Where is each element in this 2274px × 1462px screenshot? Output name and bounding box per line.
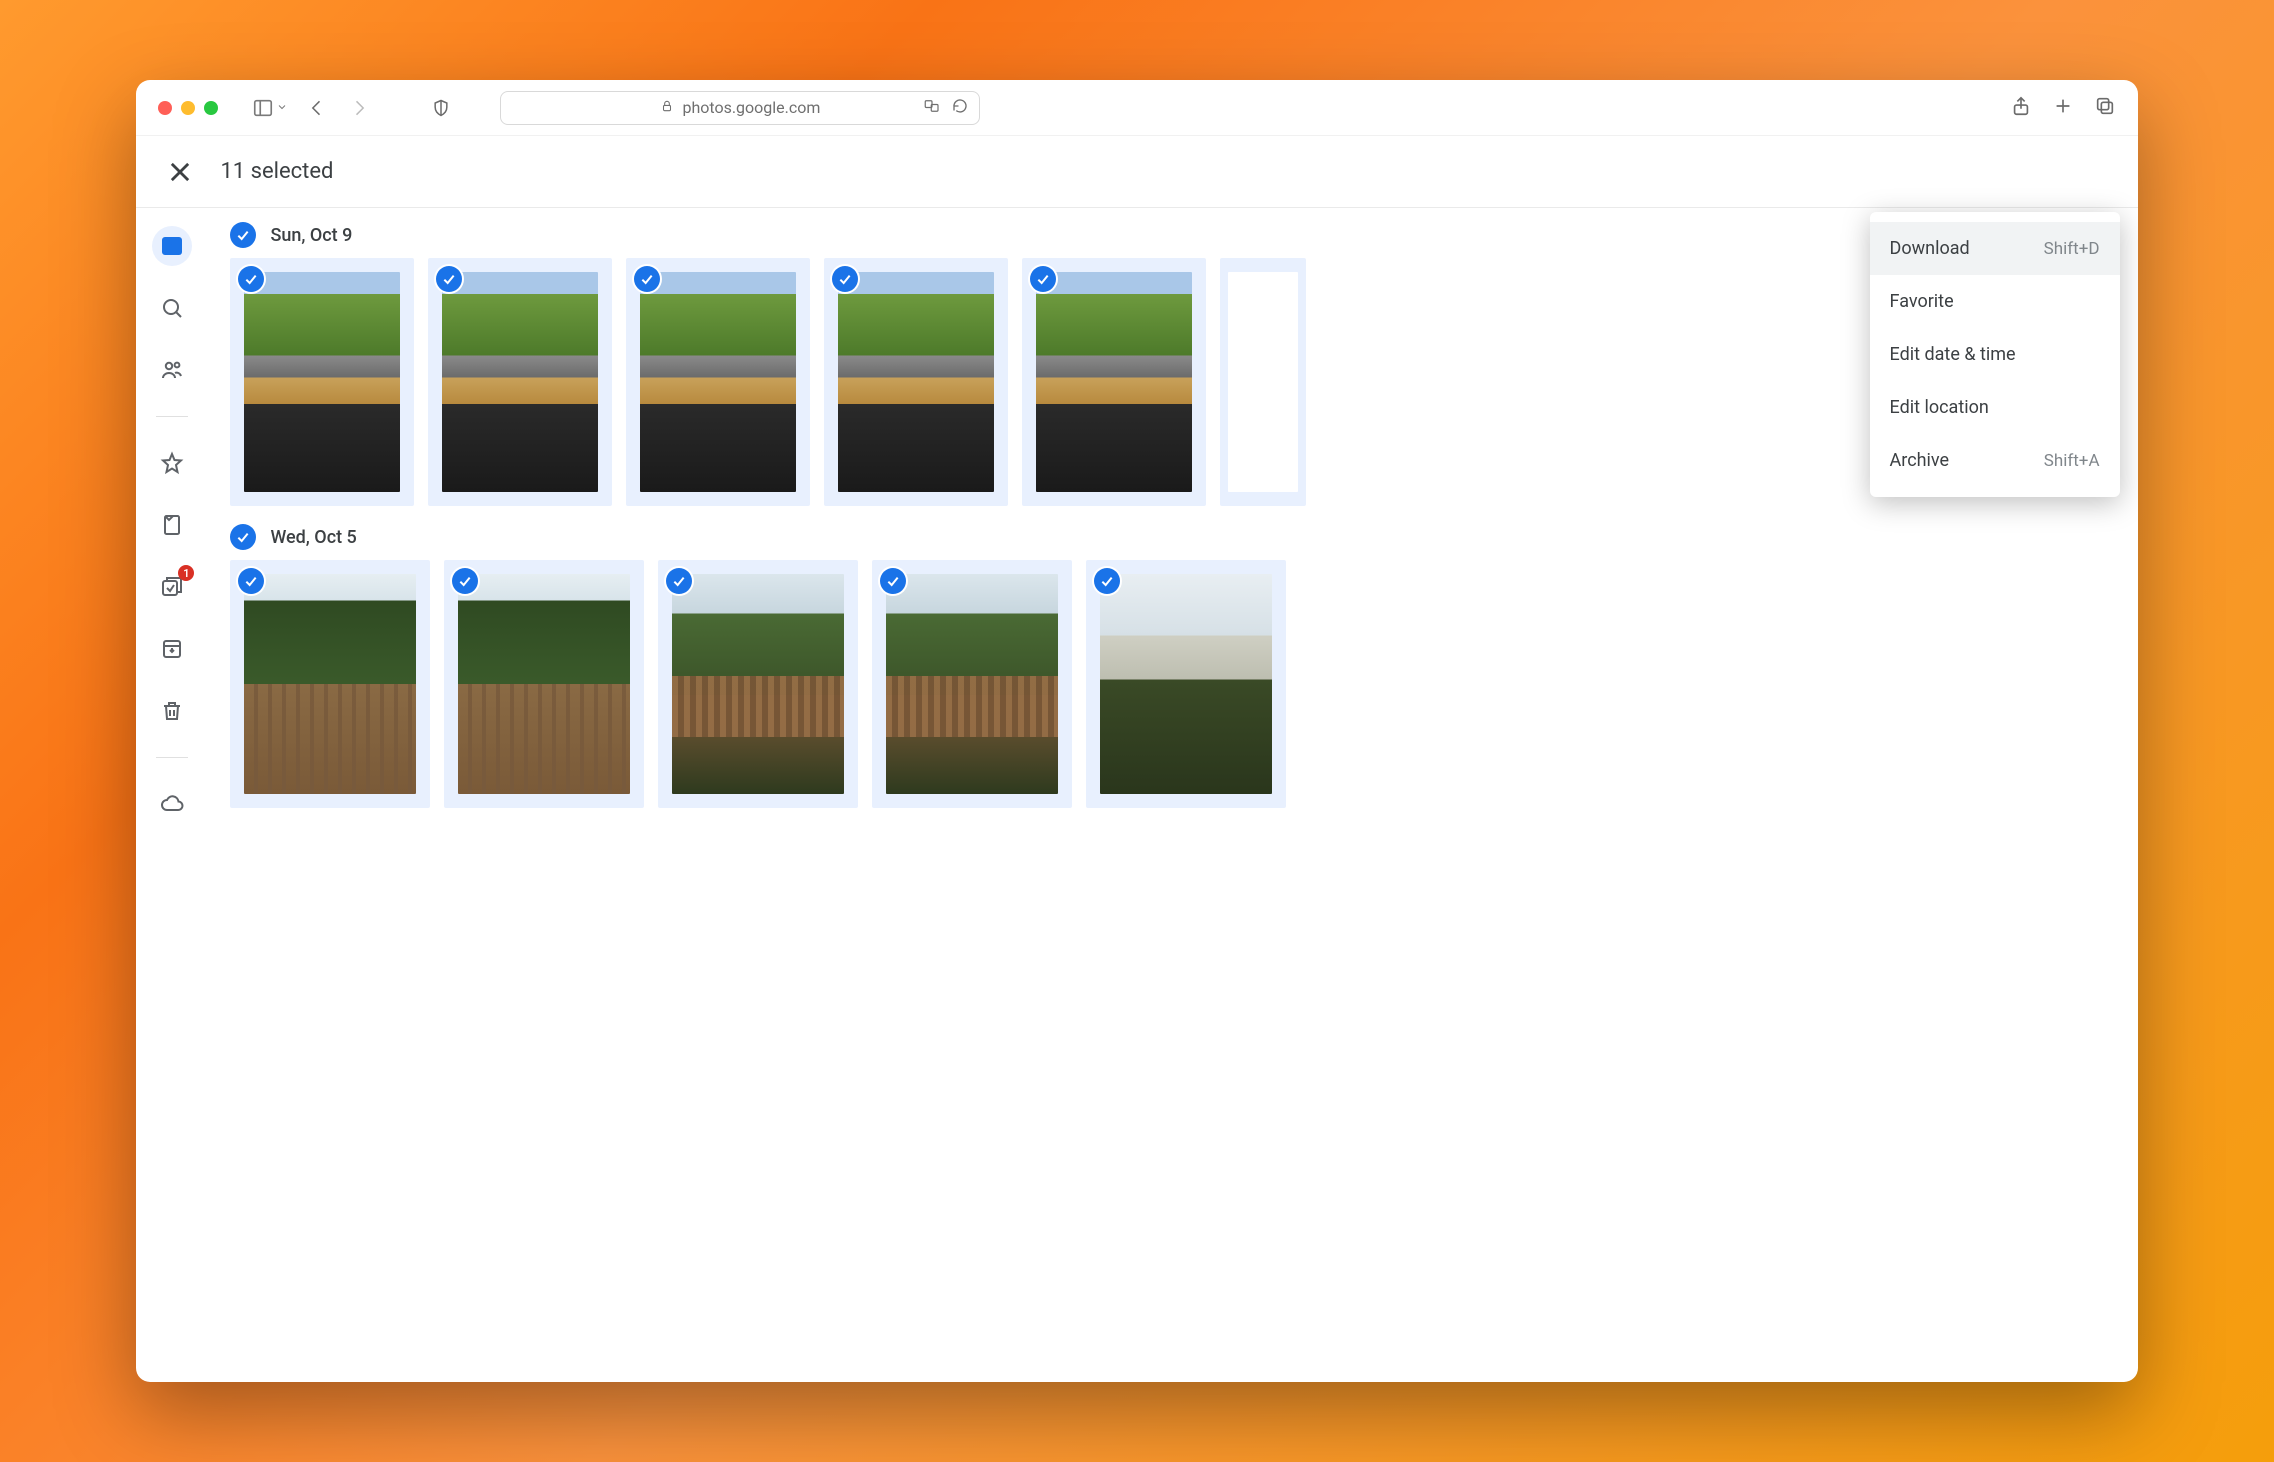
menu-item-archive[interactable]: Archive Shift+A (1870, 434, 2120, 487)
reload-icon[interactable] (951, 97, 969, 119)
menu-item-download[interactable]: Download Shift+D (1870, 222, 2120, 275)
photo-group: Sun, Oct 9 (230, 222, 2107, 506)
photo-thumbnail[interactable] (872, 560, 1072, 808)
window-traffic-lights (158, 101, 218, 115)
photo-thumbnail[interactable] (1086, 560, 1286, 808)
menu-item-favorite[interactable]: Favorite (1870, 275, 2120, 328)
photo-grid (230, 560, 2107, 808)
photo-group: Wed, Oct 5 (230, 524, 2107, 808)
lock-icon (660, 98, 674, 117)
nav-albums[interactable] (152, 505, 192, 545)
photo-thumbnail[interactable] (428, 258, 612, 506)
nav-forward-button[interactable] (346, 95, 372, 121)
photo-thumbnail[interactable] (1220, 258, 1306, 506)
nav-sharing[interactable] (152, 350, 192, 390)
selection-count-text: 11 selected (220, 159, 333, 184)
group-select-check-icon[interactable] (230, 222, 256, 248)
group-date-label: Wed, Oct 5 (270, 527, 356, 548)
photo-grid (230, 258, 2107, 506)
tabs-overview-button[interactable] (2094, 95, 2116, 121)
photo-thumbnail[interactable] (1022, 258, 1206, 506)
nav-search[interactable] (152, 288, 192, 328)
window-close-dot[interactable] (158, 101, 172, 115)
menu-item-label: Download (1890, 238, 1970, 259)
photo-thumbnail[interactable] (230, 560, 430, 808)
rail-divider (156, 416, 188, 417)
group-select-check-icon[interactable] (230, 524, 256, 550)
nav-favorites[interactable] (152, 443, 192, 483)
selection-header: 11 selected (136, 136, 2137, 208)
window-minimize-dot[interactable] (181, 101, 195, 115)
clear-selection-button[interactable] (166, 158, 194, 186)
nav-photos[interactable] (152, 226, 192, 266)
utilities-badge: 1 (178, 565, 194, 581)
chevron-down-icon (276, 98, 288, 117)
group-header[interactable]: Wed, Oct 5 (230, 524, 2107, 550)
menu-item-label: Favorite (1890, 291, 1954, 312)
new-tab-button[interactable] (2052, 95, 2074, 121)
rail-divider (156, 757, 188, 758)
photo-thumbnail[interactable] (444, 560, 644, 808)
window-zoom-dot[interactable] (204, 101, 218, 115)
nav-storage[interactable] (152, 784, 192, 824)
overflow-menu: Download Shift+D Favorite Edit date & ti… (1870, 212, 2120, 497)
sidebar-toggle-button[interactable] (252, 97, 288, 119)
browser-window: photos.google.com 11 selected (136, 80, 2137, 1381)
privacy-shield-icon[interactable] (428, 95, 454, 121)
nav-trash[interactable] (152, 691, 192, 731)
address-bar-host: photos.google.com (682, 98, 820, 117)
photo-grid-scroll[interactable]: Sun, Oct 9 Wed, Oct 5 (208, 208, 2137, 1381)
group-header[interactable]: Sun, Oct 9 (230, 222, 2107, 248)
menu-item-shortcut: Shift+A (2044, 451, 2100, 471)
share-button[interactable] (2010, 95, 2032, 121)
photo-thumbnail[interactable] (230, 258, 414, 506)
app-main: 1 Sun, Oct 9 (136, 208, 2137, 1381)
menu-item-shortcut: Shift+D (2044, 239, 2100, 259)
nav-utilities[interactable]: 1 (152, 567, 192, 607)
photo-thumbnail[interactable] (626, 258, 810, 506)
browser-titlebar: photos.google.com (136, 80, 2137, 136)
photo-thumbnail[interactable] (824, 258, 1008, 506)
menu-item-edit-date-time[interactable]: Edit date & time (1870, 328, 2120, 381)
menu-item-label: Edit date & time (1890, 344, 2016, 365)
menu-item-edit-location[interactable]: Edit location (1870, 381, 2120, 434)
translate-icon[interactable] (923, 97, 941, 119)
photo-thumbnail[interactable] (658, 560, 858, 808)
nav-archive[interactable] (152, 629, 192, 669)
group-date-label: Sun, Oct 9 (270, 225, 352, 246)
address-bar[interactable]: photos.google.com (500, 91, 980, 125)
menu-item-label: Archive (1890, 450, 1950, 471)
menu-item-label: Edit location (1890, 397, 1989, 418)
left-nav-rail: 1 (136, 208, 208, 1381)
nav-back-button[interactable] (304, 95, 330, 121)
